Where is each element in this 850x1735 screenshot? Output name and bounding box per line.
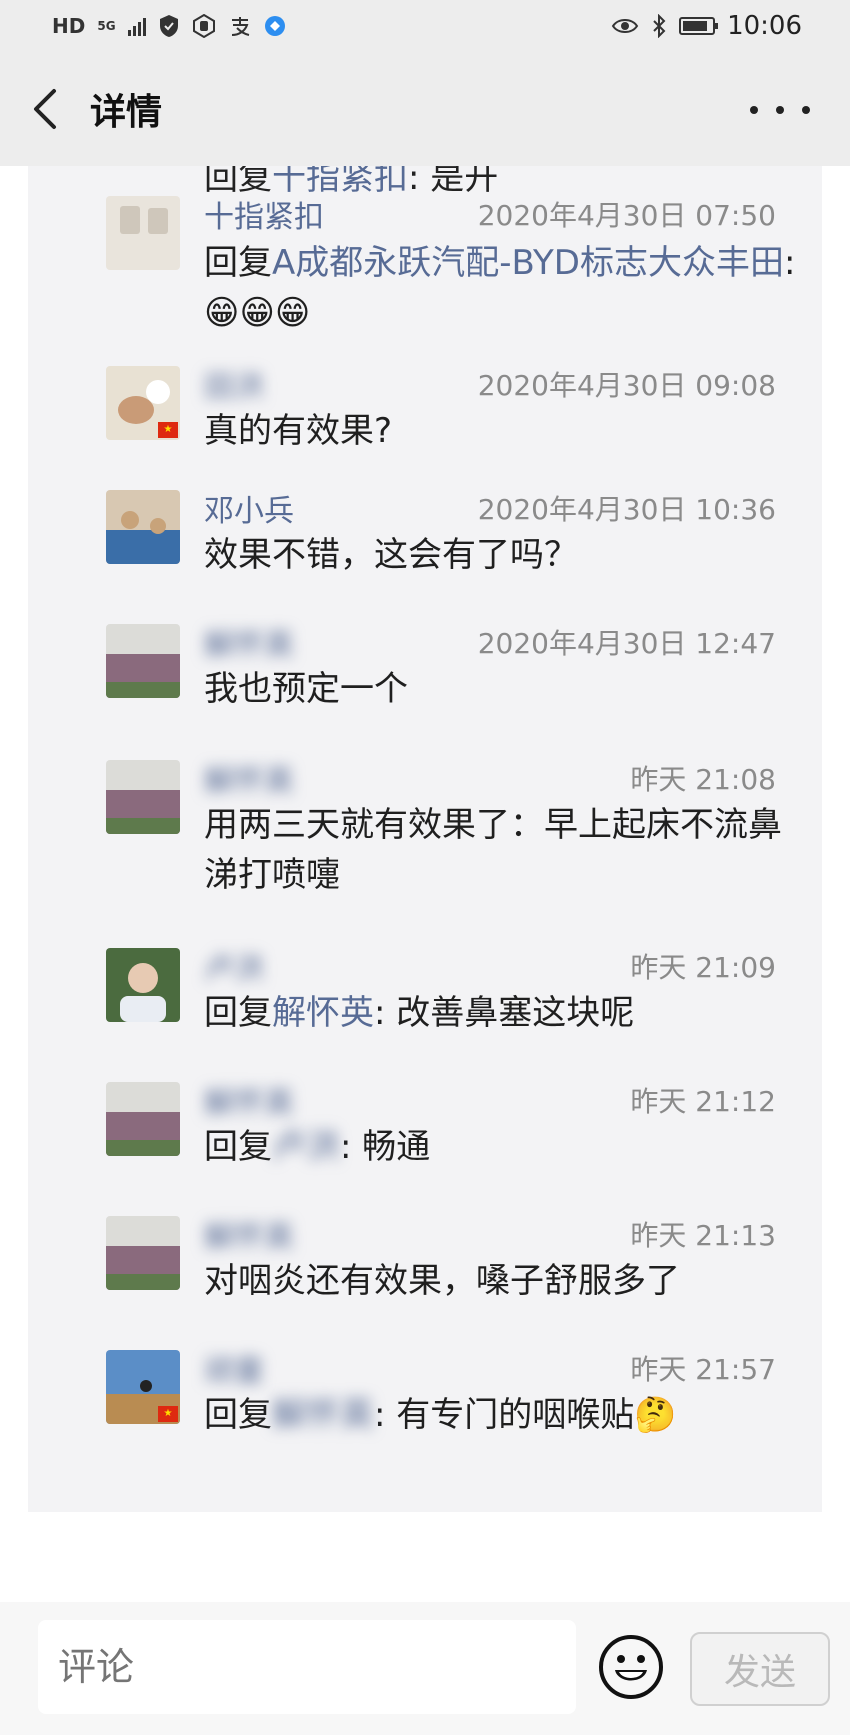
hd-icon: HD [52, 14, 86, 38]
send-button[interactable]: 发送 [690, 1632, 830, 1706]
china-flag-icon: ★ [158, 422, 178, 438]
avatar[interactable] [106, 1216, 180, 1290]
comment-item[interactable]: ★ 田洪 2020年4月30日 09:08 真的有效果? [28, 362, 822, 472]
reply-prefix: 回复 [204, 993, 272, 1033]
avatar[interactable]: ★ [106, 1350, 180, 1424]
comment-text: 真的有效果? [204, 411, 393, 451]
commenter-name[interactable]: 田洪 [204, 362, 264, 406]
comment-body: : 有专门的咽喉贴🤔 [374, 1395, 677, 1435]
comment-text: 我也预定一个 [204, 669, 408, 709]
reply-to-name[interactable]: 卢洪 [272, 1127, 340, 1167]
avatar-image [106, 1216, 180, 1290]
status-bar: HD 5G 10:06 [0, 0, 850, 52]
avatar-image [106, 1082, 180, 1156]
status-bar-left: HD 5G [52, 14, 286, 38]
signal-icon [127, 16, 146, 36]
comment-text: 对咽炎还有效果，嗓子舒服多了 [204, 1261, 680, 1301]
reply-prefix: 回复 [204, 243, 272, 283]
avatar-image [106, 760, 180, 834]
avatar[interactable] [106, 490, 180, 564]
comment-item[interactable]: 解怀英 昨天 21:08 用两三天就有效果了：早上起床不流鼻涕打喷嚏 [28, 756, 822, 916]
eye-icon [611, 19, 639, 33]
hand-icon [192, 14, 215, 38]
comment-body: : 改善鼻塞这块呢 [374, 993, 635, 1033]
chevron-left-icon [34, 89, 56, 129]
browser-icon [264, 16, 285, 36]
china-flag-icon: ★ [158, 1406, 178, 1422]
reply-prefix: 回复 [204, 1395, 272, 1435]
battery-level-fill [683, 21, 708, 31]
comment-time: 昨天 21:57 [630, 1353, 776, 1386]
reply-to-name[interactable]: 解怀英 [272, 1395, 374, 1435]
comment-text: 用两三天就有效果了：早上起床不流鼻涕打喷嚏 [204, 805, 782, 895]
back-button[interactable] [0, 52, 90, 166]
comment-item[interactable]: 邓小兵 2020年4月30日 10:36 效果不错，这会有了吗？ [28, 486, 822, 596]
bluetooth-icon [653, 14, 666, 38]
avatar-image [106, 948, 180, 1022]
comment-item[interactable]: 十指紧扣 2020年4月30日 07:50 回复A成都永跃汽配-BYD标志大众丰… [28, 192, 822, 342]
shield-icon [159, 15, 178, 37]
page-title: 详情 [90, 92, 163, 133]
avatar[interactable] [106, 948, 180, 1022]
comment-time: 2020年4月30日 10:36 [477, 493, 776, 526]
commenter-name[interactable]: 解怀英 [204, 1212, 294, 1256]
comment-text: 回复解怀英: 有专门的咽喉贴🤔 [204, 1390, 804, 1440]
comment-time: 昨天 21:08 [630, 763, 776, 796]
comment-time: 2020年4月30日 07:50 [477, 199, 776, 232]
more-dots-icon [776, 106, 784, 114]
comment-text: 回复A成都永跃汽配-BYD标志大众丰田: 😁😁😁 [204, 238, 804, 338]
commenter-name[interactable]: 解怀英 [204, 756, 294, 800]
avatar[interactable] [106, 196, 180, 270]
comment-item[interactable]: 解怀英 昨天 21:12 回复卢洪: 畅通 [28, 1078, 822, 1188]
avatar[interactable] [106, 760, 180, 834]
avatar-image [106, 196, 180, 270]
commenter-name[interactable]: 解怀英 [204, 1078, 294, 1122]
comment-item[interactable]: ★ 顽童 昨天 21:57 回复解怀英: 有专门的咽喉贴🤔 [28, 1346, 822, 1466]
comment-time: 昨天 21:13 [630, 1219, 776, 1252]
avatar-image [106, 624, 180, 698]
avatar[interactable] [106, 1082, 180, 1156]
comment-time: 昨天 21:12 [630, 1085, 776, 1118]
comment-text: 回复解怀英: 改善鼻塞这块呢 [204, 988, 804, 1038]
more-options-button[interactable] [750, 90, 810, 130]
navigation-header: 详情 [0, 52, 850, 166]
comment-item[interactable]: 解怀英 昨天 21:13 对咽炎还有效果，嗓子舒服多了 [28, 1212, 822, 1322]
alipay-icon [231, 17, 249, 36]
avatar-image [106, 490, 180, 564]
reply-prefix: 回复 [204, 1127, 272, 1167]
reply-to-name[interactable]: 解怀英 [272, 993, 374, 1033]
avatar[interactable] [106, 624, 180, 698]
5g-icon: 5G [97, 19, 116, 33]
comment-body: : 畅通 [340, 1127, 431, 1167]
comment-item[interactable]: 卢洪 昨天 21:09 回复解怀英: 改善鼻塞这块呢 [28, 944, 822, 1054]
comment-composer: 发送 [0, 1602, 850, 1735]
comment-time: 2020年4月30日 09:08 [477, 369, 776, 402]
battery-icon [679, 17, 719, 35]
comments-panel[interactable]: 回复十指紧扣: 是开 十指紧扣 2020年4月30日 07:50 回复A成都永跃… [28, 166, 822, 1512]
more-dots-icon [802, 106, 810, 114]
more-dots-icon [750, 106, 758, 114]
avatar[interactable]: ★ [106, 366, 180, 440]
status-bar-right: 10:06 [611, 11, 802, 41]
commenter-name[interactable]: 解怀英 [204, 620, 294, 664]
comment-time: 2020年4月30日 12:47 [477, 627, 776, 660]
reply-to-name[interactable]: A成都永跃汽配-BYD标志大众丰田 [272, 243, 784, 283]
comment-time: 昨天 21:09 [630, 951, 776, 984]
comment-text: 回复卢洪: 畅通 [204, 1122, 804, 1172]
comment-item[interactable]: 解怀英 2020年4月30日 12:47 我也预定一个 [28, 620, 822, 730]
commenter-name[interactable]: 邓小兵 [204, 486, 294, 530]
comment-input[interactable] [38, 1620, 576, 1714]
status-time: 10:06 [727, 11, 802, 41]
smiley-icon[interactable] [598, 1634, 664, 1700]
commenter-name[interactable]: 十指紧扣 [204, 192, 324, 236]
comment-text: 效果不错，这会有了吗？ [204, 535, 578, 575]
commenter-name[interactable]: 卢洪 [204, 944, 264, 988]
commenter-name[interactable]: 顽童 [204, 1346, 264, 1390]
